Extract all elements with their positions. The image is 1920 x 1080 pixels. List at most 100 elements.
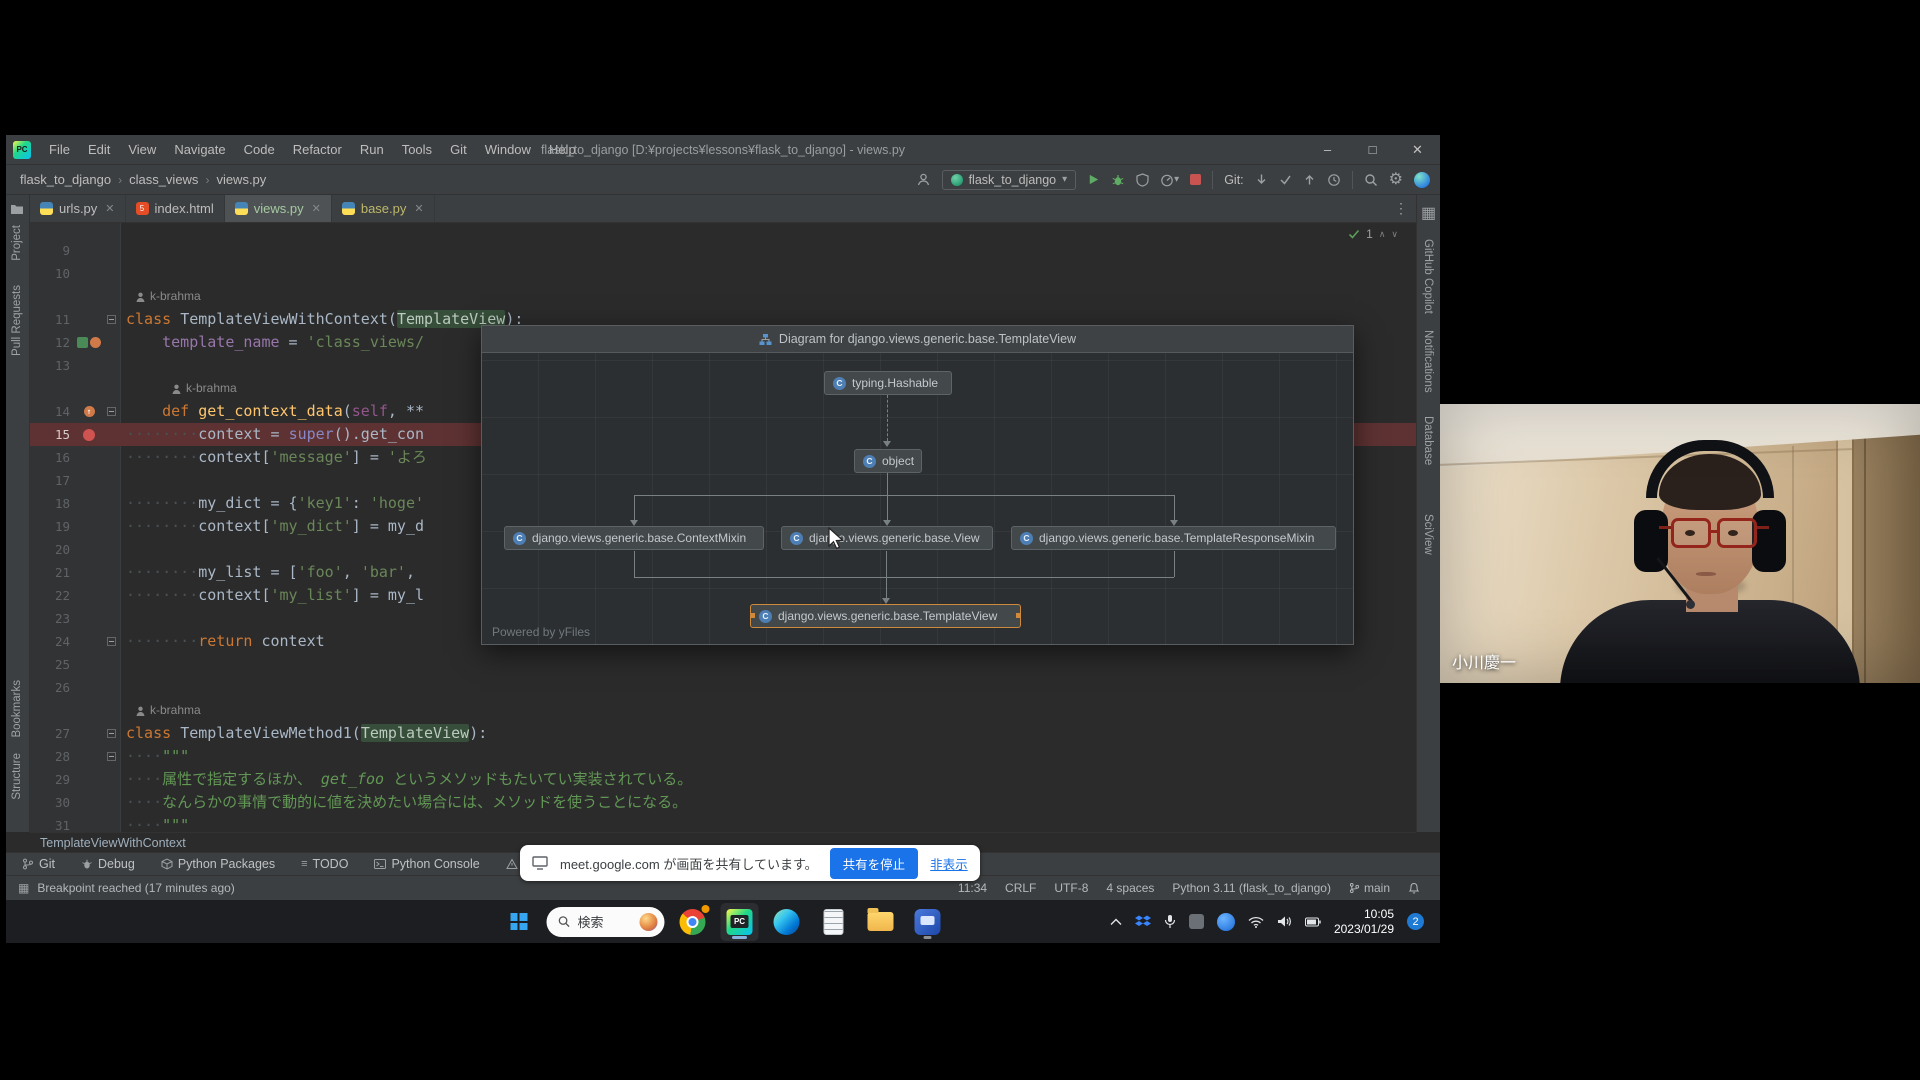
menu-edit[interactable]: Edit <box>79 135 119 165</box>
menu-navigate[interactable]: Navigate <box>165 135 234 165</box>
git-branch-widget[interactable]: main <box>1349 881 1390 895</box>
taskbar-app-chrome[interactable] <box>674 903 712 941</box>
taskbar-app-notepad[interactable] <box>815 903 853 941</box>
close-icon[interactable]: ✕ <box>312 202 321 215</box>
chevron-down-icon[interactable]: ∨ <box>1391 229 1398 240</box>
tab-urls-py[interactable]: urls.py ✕ <box>30 195 126 222</box>
tray-chevron-icon[interactable] <box>1110 918 1122 926</box>
taskbar-search-box[interactable]: 検索 <box>547 907 665 937</box>
diagram-node-templateview[interactable]: django.views.generic.base.TemplateView <box>750 604 1021 628</box>
fold-marker[interactable] <box>107 637 116 646</box>
taskbar-clock[interactable]: 10:05 2023/01/29 <box>1334 907 1394 937</box>
search-everywhere-icon[interactable] <box>1364 173 1378 187</box>
menu-refactor[interactable]: Refactor <box>284 135 351 165</box>
sidebar-item-notifications[interactable]: Notifications <box>1422 330 1434 393</box>
menu-git[interactable]: Git <box>441 135 476 165</box>
diagram-node-hashable[interactable]: typing.Hashable <box>824 371 952 395</box>
start-button[interactable] <box>500 903 538 941</box>
taskbar-app-screenshare[interactable] <box>909 903 947 941</box>
tab-base-py[interactable]: base.py ✕ <box>332 195 435 222</box>
maximize-button[interactable]: □ <box>1350 135 1395 164</box>
update-project-button[interactable] <box>1255 173 1268 186</box>
settings-gear-icon[interactable]: ⚙ <box>1389 172 1403 188</box>
diagram-node-templateresponsemixin[interactable]: django.views.generic.base.TemplateRespon… <box>1011 526 1336 550</box>
menu-file[interactable]: File <box>40 135 79 165</box>
camera-active-icon[interactable] <box>1217 913 1235 931</box>
sidebar-item-database[interactable]: Database <box>1422 416 1434 465</box>
breadcrumb-project[interactable]: flask_to_django <box>20 172 111 187</box>
author-name[interactable]: k-brahma <box>150 699 201 722</box>
menu-window[interactable]: Window <box>476 135 540 165</box>
taskbar-app-explorer[interactable] <box>862 903 900 941</box>
run-button[interactable] <box>1087 173 1100 186</box>
taskbar-app-pycharm[interactable]: PC <box>721 903 759 941</box>
microphone-icon[interactable] <box>1164 914 1176 929</box>
uml-diagram-popup[interactable]: Diagram for django.views.generic.base.Te… <box>481 325 1354 645</box>
author-name[interactable]: k-brahma <box>186 377 237 400</box>
toolwindow-debug[interactable]: Debug <box>81 857 135 871</box>
author-name[interactable]: k-brahma <box>150 285 201 308</box>
profiler-button[interactable]: ▾ <box>1160 173 1179 187</box>
caret-position[interactable]: 11:34 <box>958 881 987 895</box>
fold-marker[interactable] <box>107 407 116 416</box>
copilot-status-icon[interactable] <box>1414 172 1430 188</box>
close-icon[interactable]: ✕ <box>414 202 423 215</box>
grid-icon[interactable]: ▦ <box>1421 203 1436 223</box>
history-button[interactable] <box>1327 173 1341 187</box>
stop-sharing-button[interactable]: 共有を停止 <box>830 848 919 879</box>
line-separator[interactable]: CRLF <box>1005 881 1036 895</box>
file-encoding[interactable]: UTF-8 <box>1054 881 1088 895</box>
taskbar-app-edge[interactable] <box>768 903 806 941</box>
notifications-bell-icon[interactable] <box>1408 882 1420 895</box>
menu-run[interactable]: Run <box>351 135 393 165</box>
minimize-button[interactable]: – <box>1305 135 1350 164</box>
sidebar-item-pull-requests[interactable]: Pull Requests <box>11 285 23 356</box>
tab-views-py[interactable]: views.py ✕ <box>225 195 332 222</box>
diagram-node-view[interactable]: django.views.generic.base.View <box>781 526 993 550</box>
wifi-icon[interactable] <box>1248 916 1264 928</box>
dropbox-icon[interactable] <box>1135 915 1151 929</box>
volume-icon[interactable] <box>1277 915 1292 928</box>
sidebar-item-structure[interactable]: Structure <box>11 753 23 800</box>
toolwindow-switcher-icon[interactable]: ▦ <box>18 881 29 895</box>
override-gutter-icon[interactable]: ↑ <box>84 406 95 417</box>
menu-tools[interactable]: Tools <box>393 135 441 165</box>
template-gutter-icon[interactable] <box>77 337 88 348</box>
debug-button[interactable] <box>1111 173 1125 187</box>
diagram-canvas[interactable]: typing.Hashable object django.views.gene… <box>482 353 1353 645</box>
gutter-marker-icon[interactable] <box>90 337 101 348</box>
sidebar-item-project[interactable]: Project <box>11 225 23 261</box>
close-icon[interactable]: ✕ <box>105 202 114 215</box>
toolwindow-python-console[interactable]: Python Console <box>374 857 479 871</box>
breadcrumb-package[interactable]: class_views <box>129 172 198 187</box>
tray-app-icon[interactable] <box>1189 914 1204 929</box>
hide-sharing-bar-link[interactable]: 非表示 <box>930 854 968 873</box>
sidebar-item-bookmarks[interactable]: Bookmarks <box>11 680 23 738</box>
fold-marker[interactable] <box>107 315 116 324</box>
project-folder-icon[interactable] <box>10 203 24 215</box>
notification-count-badge[interactable]: 2 <box>1407 913 1424 930</box>
commit-button[interactable] <box>1279 173 1292 186</box>
breakpoint-dot[interactable] <box>83 429 95 441</box>
kebab-menu-icon[interactable]: ⋮ <box>1394 200 1408 217</box>
python-interpreter[interactable]: Python 3.11 (flask_to_django) <box>1172 881 1331 895</box>
menu-view[interactable]: View <box>119 135 165 165</box>
diagram-node-object[interactable]: object <box>854 449 922 473</box>
breadcrumb-file[interactable]: views.py <box>216 172 266 187</box>
toolwindow-git[interactable]: Git <box>22 857 55 871</box>
user-icon[interactable] <box>916 172 931 187</box>
chevron-up-icon[interactable]: ∧ <box>1379 229 1386 240</box>
sidebar-item-sciview[interactable]: SciView <box>1422 514 1434 555</box>
coverage-button[interactable] <box>1136 173 1149 187</box>
stop-button[interactable] <box>1190 174 1201 185</box>
battery-icon[interactable] <box>1305 917 1321 927</box>
indent-style[interactable]: 4 spaces <box>1106 881 1154 895</box>
menu-code[interactable]: Code <box>235 135 284 165</box>
fold-marker[interactable] <box>107 729 116 738</box>
tab-index-html[interactable]: 5 index.html <box>126 195 225 222</box>
sidebar-item-github-copilot[interactable]: GitHub Copilot <box>1422 239 1434 314</box>
run-config-selector[interactable]: flask_to_django ▾ <box>942 170 1077 190</box>
toolwindow-todo[interactable]: ≡ TODO <box>301 857 348 871</box>
close-button[interactable]: ✕ <box>1395 135 1440 164</box>
toolwindow-python-packages[interactable]: Python Packages <box>161 857 275 871</box>
